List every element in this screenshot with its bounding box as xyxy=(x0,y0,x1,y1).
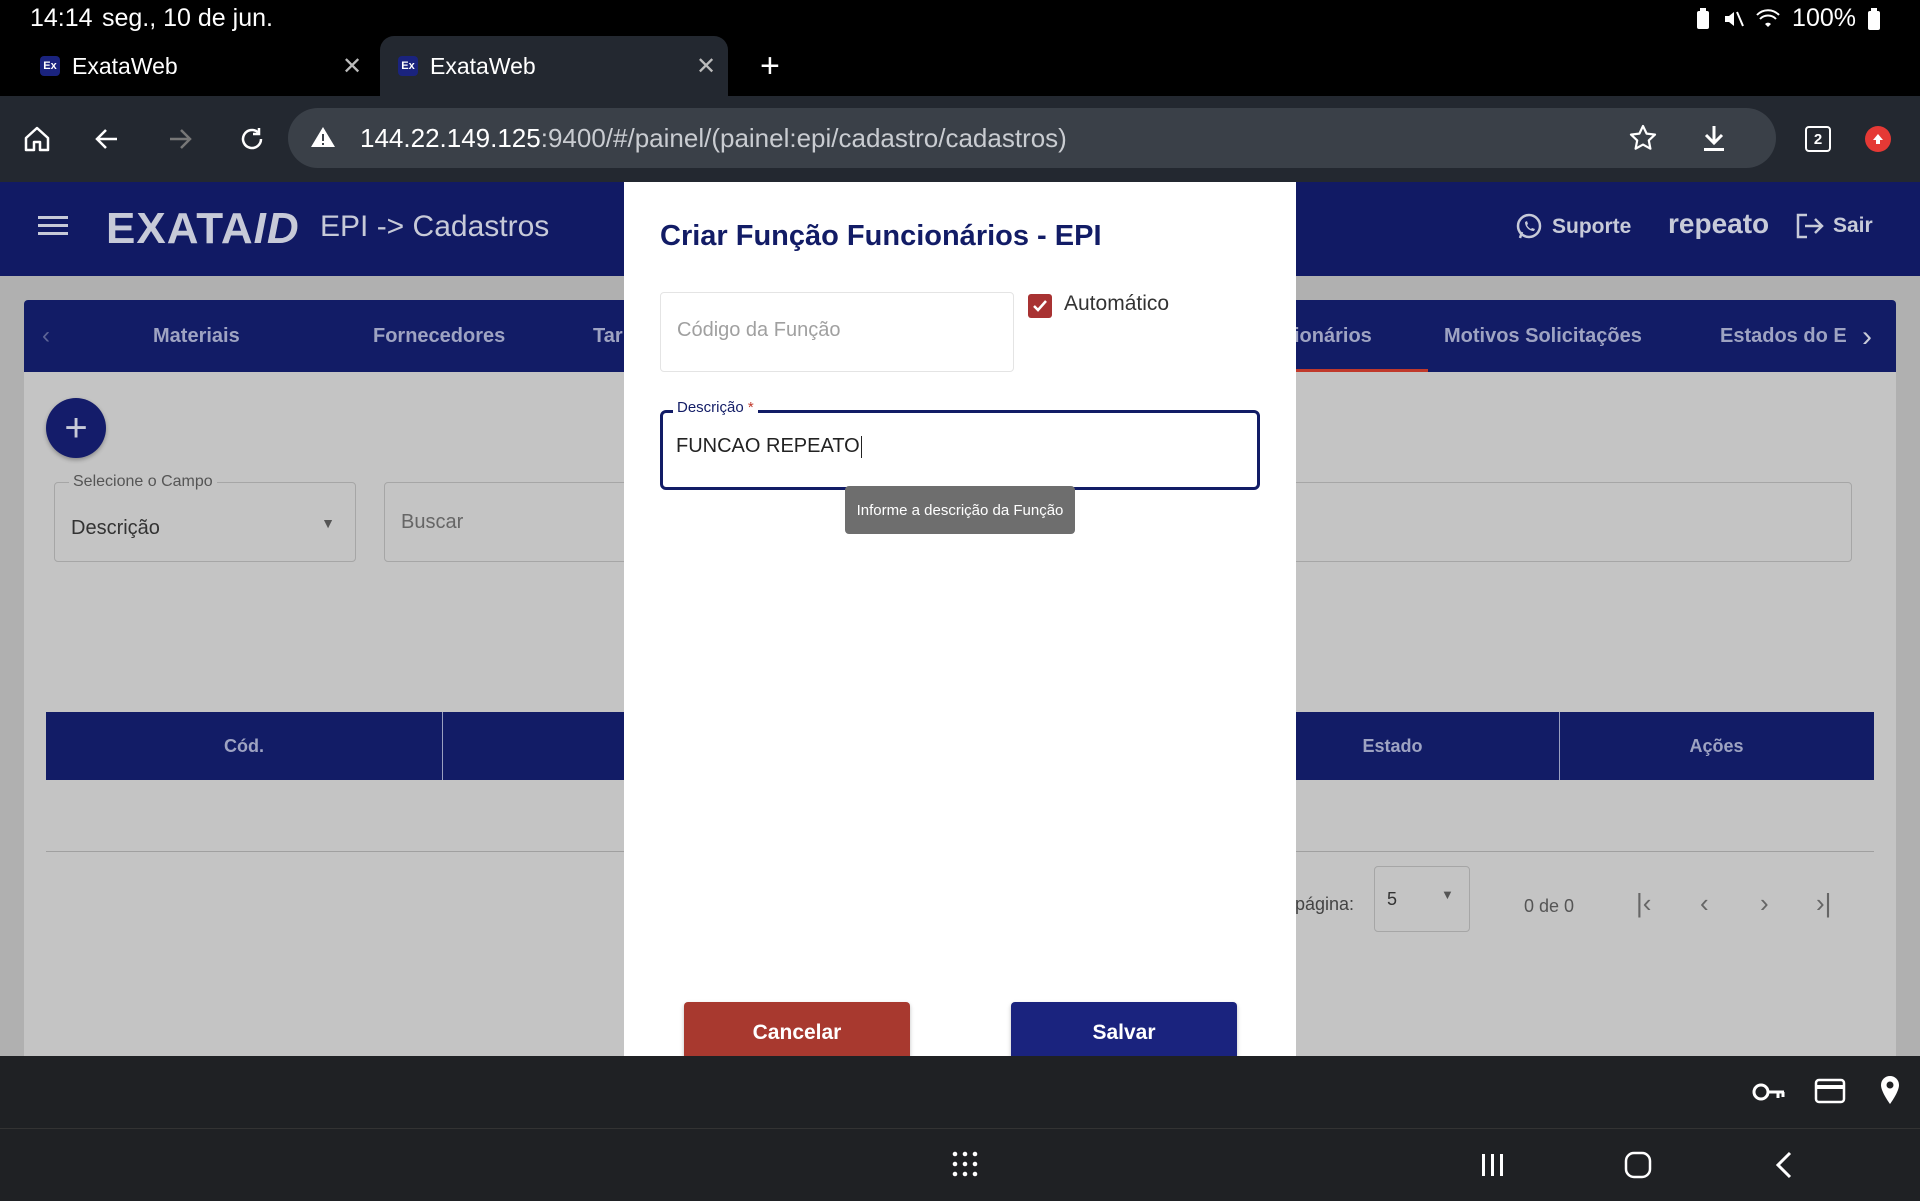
logout-icon xyxy=(1796,213,1824,239)
tab-fornecedores[interactable]: Fornecedores xyxy=(373,300,505,372)
items-per-page-select[interactable]: 5 ▼ xyxy=(1374,866,1470,932)
logout-button[interactable]: Sair xyxy=(1795,212,1873,240)
field-select-label: Selecione o Campo xyxy=(69,473,217,491)
description-value-text: FUNCAO REPEATO xyxy=(676,435,860,457)
location-pin-icon[interactable] xyxy=(1878,1074,1902,1106)
user-name: repeato xyxy=(1668,208,1770,239)
new-tab-icon[interactable]: + xyxy=(760,36,780,96)
tab-materiais[interactable]: Materiais xyxy=(153,300,240,372)
hamburger-menu-icon[interactable] xyxy=(38,214,68,238)
tab-favicon: Ex xyxy=(40,56,60,76)
cancel-button[interactable]: Cancelar xyxy=(684,1002,910,1064)
tab-partial[interactable]: Tar xyxy=(593,300,623,372)
description-value: FUNCAO REPEATO xyxy=(676,435,862,458)
app-drawer-icon[interactable] xyxy=(952,1151,978,1177)
tabs-scroll-right-icon[interactable]: › xyxy=(1862,320,1872,354)
wifi-icon xyxy=(1756,8,1780,27)
forward-icon[interactable] xyxy=(155,96,205,182)
field-select-value: Descrição xyxy=(71,517,160,539)
last-page-icon[interactable]: ›| xyxy=(1816,888,1831,919)
plus-icon: + xyxy=(64,405,88,450)
back-icon[interactable] xyxy=(82,96,132,182)
text-caret xyxy=(860,435,862,458)
tab-funcionarios[interactable]: ionários xyxy=(1294,300,1372,372)
tab-title: ExataWeb xyxy=(430,52,536,79)
bookmark-star-icon[interactable] xyxy=(1628,123,1658,153)
tab-motivos-solicitacoes[interactable]: Motivos Solicitações xyxy=(1444,300,1642,372)
reload-icon[interactable] xyxy=(227,96,277,182)
search-placeholder: Buscar xyxy=(401,511,464,533)
browser-tab[interactable]: Ex ExataWeb ✕ xyxy=(20,36,370,96)
next-page-icon[interactable]: › xyxy=(1760,888,1769,919)
address-bar[interactable]: 144.22.149.125:9400/#/painel/(painel:epi… xyxy=(288,108,1776,168)
items-per-page-value: 5 xyxy=(1387,889,1398,909)
autofill-bar xyxy=(0,1056,1920,1128)
previous-page-icon[interactable]: ‹ xyxy=(1700,888,1709,919)
browser-tab-active[interactable]: Ex ExataWeb ✕ xyxy=(380,36,728,96)
automatic-label[interactable]: Automático xyxy=(1064,292,1169,316)
battery-level: 100% xyxy=(1792,4,1856,32)
tab-switcher-button[interactable]: 2 xyxy=(1793,96,1843,182)
recent-apps-icon[interactable] xyxy=(1480,1153,1506,1177)
home-icon[interactable] xyxy=(12,96,62,182)
support-label: Suporte xyxy=(1552,215,1632,238)
not-secure-icon[interactable] xyxy=(310,125,336,149)
add-button[interactable]: + xyxy=(46,398,106,458)
dialog-title: Criar Função Funcionários - EPI xyxy=(660,220,1102,252)
description-label: Descrição * xyxy=(673,399,758,416)
exataid-logo: EXATAID xyxy=(106,204,300,254)
save-button[interactable]: Salvar xyxy=(1011,1002,1237,1064)
tab-favicon: Ex xyxy=(398,56,418,76)
description-input[interactable]: Descrição * FUNCAO REPEATO xyxy=(660,399,1260,490)
close-tab-icon[interactable]: ✕ xyxy=(342,52,362,81)
payment-card-icon[interactable] xyxy=(1814,1078,1846,1104)
automatic-checkbox[interactable] xyxy=(1028,294,1052,318)
dropdown-arrow-icon: ▼ xyxy=(321,515,335,531)
mute-icon xyxy=(1725,11,1744,26)
logo-suffix: ID xyxy=(253,204,300,253)
back-nav-icon[interactable] xyxy=(1774,1151,1794,1179)
col-codigo[interactable]: Cód. xyxy=(46,712,442,780)
pagination-range: 0 de 0 xyxy=(1524,896,1575,916)
first-page-icon[interactable]: |‹ xyxy=(1636,888,1651,919)
download-icon[interactable] xyxy=(1700,123,1728,153)
password-key-icon[interactable] xyxy=(1752,1080,1786,1104)
support-link[interactable]: Suporte xyxy=(1514,212,1631,242)
active-tab-indicator xyxy=(1282,369,1428,372)
tab-count: 2 xyxy=(1805,126,1831,152)
tab-strip: Ex ExataWeb ✕ Ex ExataWeb ✕ xyxy=(0,36,1920,96)
home-nav-icon[interactable] xyxy=(1624,1151,1652,1179)
page-title: EPI -> Cadastros xyxy=(320,210,550,243)
whatsapp-icon xyxy=(1516,213,1542,239)
dropdown-arrow-icon: ▼ xyxy=(1441,887,1454,902)
checkmark-icon xyxy=(1033,300,1047,312)
function-code-placeholder: Código da Função xyxy=(677,319,841,341)
status-date: seg., 10 de jun. xyxy=(102,4,273,32)
column-divider xyxy=(442,712,443,780)
function-code-input[interactable]: Código da Função xyxy=(660,292,1014,372)
status-bar: 14:14 seg., 10 de jun. 100% xyxy=(0,0,1920,36)
description-tooltip: Informe a descrição da Função xyxy=(845,486,1075,534)
logout-label: Sair xyxy=(1833,214,1873,237)
url-text[interactable]: 144.22.149.125:9400/#/painel/(painel:epi… xyxy=(360,123,1067,154)
status-icons: 100% xyxy=(1696,4,1880,33)
close-tab-icon[interactable]: ✕ xyxy=(696,52,716,81)
profile-update-icon[interactable] xyxy=(1853,96,1903,182)
description-label-text: Descrição xyxy=(677,399,744,416)
tab-estados[interactable]: Estados do E xyxy=(1720,300,1847,372)
system-navigation-bar xyxy=(0,1128,1920,1201)
status-time: 14:14 xyxy=(30,4,93,32)
field-select[interactable]: Selecione o Campo Descrição ▼ xyxy=(54,473,356,562)
url-path: :9400/#/painel/(painel:epi/cadastro/cada… xyxy=(540,122,1067,153)
col-acoes: Ações xyxy=(1689,736,1744,756)
url-host: 144.22.149.125 xyxy=(360,122,541,153)
battery-saver-icon xyxy=(1697,7,1710,29)
battery-icon xyxy=(1868,7,1880,30)
required-marker: * xyxy=(747,399,754,416)
logo-main: EXATA xyxy=(106,204,254,253)
create-function-dialog: Criar Função Funcionários - EPI Código d… xyxy=(624,182,1296,1064)
tabs-scroll-left-icon[interactable]: ‹ xyxy=(42,322,50,350)
tab-title: ExataWeb xyxy=(72,52,178,79)
